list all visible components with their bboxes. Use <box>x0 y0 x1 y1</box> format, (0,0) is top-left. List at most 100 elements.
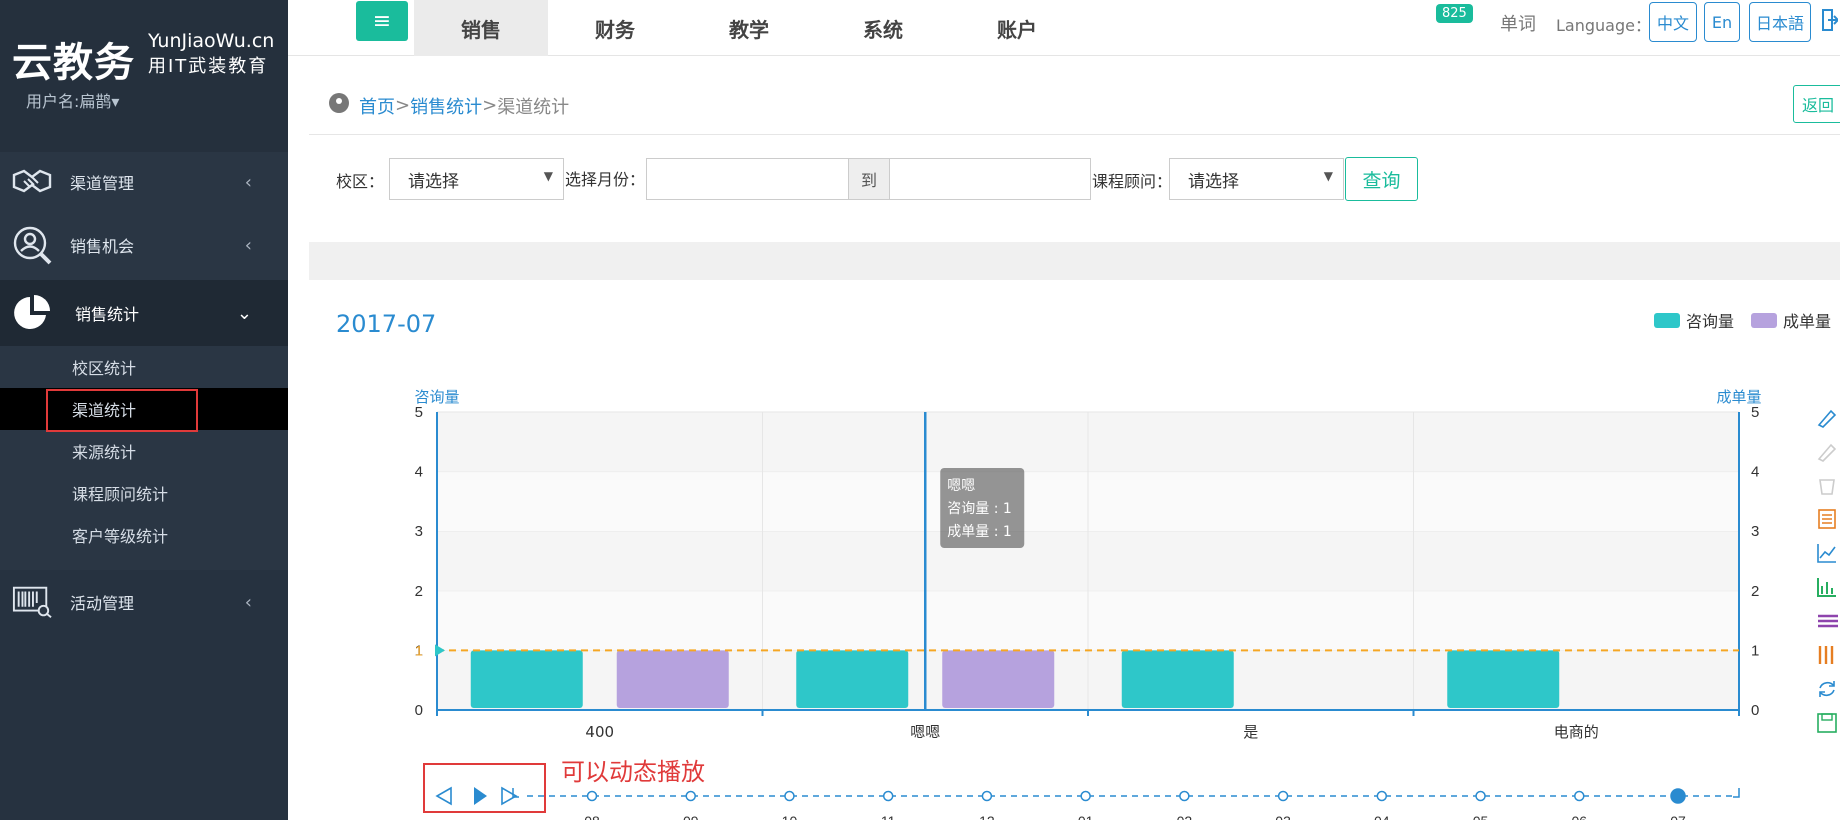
trash-icon[interactable] <box>1816 474 1838 496</box>
timeline-label: 12 <box>979 813 995 820</box>
sidebar-subitem-customer-level[interactable]: 客户等级统计 <box>0 514 288 556</box>
bar[interactable] <box>1121 650 1234 708</box>
y-tick-label-left: 4 <box>415 464 423 481</box>
bar[interactable] <box>796 650 909 708</box>
x-tick-label: 400 <box>585 723 614 741</box>
timeline-node[interactable] <box>784 790 795 802</box>
y-tick-label-right: 0 <box>1751 702 1759 719</box>
refresh-icon[interactable] <box>1816 678 1838 700</box>
bar-chart: 0 01 12 23 34 45 5咨询量 成单量400 嗯嗯是电商的1嗯嗯咨询量 : 1成单量… <box>414 388 1761 820</box>
lang-en-button[interactable]: En <box>1704 2 1740 42</box>
timeline-label: 07 <box>1670 813 1686 820</box>
y-tick-label-right: 5 <box>1751 404 1759 421</box>
timeline-label: 03 <box>1275 813 1291 820</box>
tooltip-line: 成单量 : 1 <box>947 524 1012 540</box>
hamburger-icon: ≡ <box>372 8 392 34</box>
sidebar-subitem-label: 校区统计 <box>72 359 137 378</box>
bar[interactable] <box>470 650 583 708</box>
annotation-text: 可以动态播放 <box>561 758 705 786</box>
y-axis-label-right: 成单量 <box>1716 388 1761 406</box>
x-tick-label: 电商的 <box>1554 723 1599 741</box>
y-tick-label-right: 2 <box>1751 583 1759 600</box>
y-axis-label-left: 咨询量 <box>414 388 459 406</box>
chevron-down-icon: ⌄ <box>236 302 252 324</box>
lang-ja-button[interactable]: 日本語 <box>1749 2 1811 42</box>
sidebar-item-label: 销售统计 <box>75 305 140 324</box>
sidebar-subitem-source[interactable]: 来源统计 <box>0 430 288 472</box>
logo-domain: YunJiaoWu.cn <box>148 30 275 52</box>
y-tick-label-right: 3 <box>1751 523 1759 540</box>
sidebar-subitem-label: 来源统计 <box>72 443 137 462</box>
sidebar-item-label: 活动管理 <box>70 594 135 613</box>
timeline-label: 01 <box>1078 813 1094 820</box>
sidebar-item-sales-statistics[interactable]: 销售统计 ⌄ <box>0 280 288 346</box>
content-area: 首页 > 销售统计 > 渠道统计 返回 校区： 请选择 ▼ 选择月份： 到 课程… <box>309 72 1840 820</box>
x-tick-label: 是 <box>1243 723 1258 741</box>
bar[interactable] <box>942 650 1055 708</box>
logo-area: 云教务 YunJiaoWu.cn 用IT武装教育 用户名:扁鹊▾ <box>0 0 288 152</box>
tab-finance[interactable]: 财务 <box>548 0 682 56</box>
timeline-node[interactable] <box>1179 790 1190 802</box>
logout-icon[interactable] <box>1822 8 1840 36</box>
timeline-label: 09 <box>683 813 699 820</box>
bar[interactable] <box>616 650 729 708</box>
timeline-node[interactable] <box>1080 790 1091 802</box>
menu-toggle-button[interactable]: ≡ <box>356 1 408 41</box>
timeline-label: 06 <box>1571 813 1587 820</box>
app-root: 云教务 YunJiaoWu.cn 用IT武装教育 用户名:扁鹊▾ 渠道管理 ‹ … <box>0 0 1840 820</box>
timeline-node[interactable] <box>1574 790 1585 802</box>
timeline-label: 05 <box>1473 813 1489 820</box>
sidebar-subitem-advisor[interactable]: 课程顾问统计 <box>0 472 288 514</box>
word-link[interactable]: 单词 <box>1500 10 1536 36</box>
y-tick-label-left: 5 <box>415 404 423 421</box>
lang-zh-button[interactable]: 中文 <box>1649 2 1697 42</box>
line-chart-icon[interactable] <box>1816 542 1838 564</box>
sidebar-subitem-label: 客户等级统计 <box>72 527 169 546</box>
timeline-node[interactable] <box>586 790 598 802</box>
timeline-node[interactable] <box>1475 790 1486 802</box>
sidebar-item-activity-management[interactable]: 活动管理 ‹ <box>0 572 288 632</box>
pencil-add-icon[interactable] <box>1816 406 1838 428</box>
sidebar-subitem-campus[interactable]: 校区统计 <box>0 346 288 388</box>
timeline-controls-highlight <box>423 763 546 813</box>
message-badge[interactable]: 825 <box>1436 4 1473 23</box>
caret-down-icon: ▾ <box>111 92 120 111</box>
stack-icon[interactable] <box>1816 610 1838 632</box>
tab-system[interactable]: 系统 <box>816 0 950 56</box>
chevron-left-icon: ‹ <box>244 234 252 256</box>
bar-chart-icon[interactable] <box>1816 576 1838 598</box>
sidebar: 云教务 YunJiaoWu.cn 用IT武装教育 用户名:扁鹊▾ 渠道管理 ‹ … <box>0 0 288 820</box>
tooltip-title: 嗯嗯 <box>947 478 975 494</box>
timeline-label: 08 <box>584 813 600 820</box>
y-tick-label-left: 3 <box>415 523 423 540</box>
timeline-node[interactable] <box>882 790 894 802</box>
handshake-icon <box>12 162 52 202</box>
user-menu[interactable]: 用户名:扁鹊▾ <box>26 88 119 112</box>
timeline-node[interactable] <box>1670 788 1686 804</box>
timeline-node[interactable] <box>1376 790 1388 802</box>
timeline-node[interactable] <box>685 790 696 802</box>
barcode-search-icon <box>12 582 52 622</box>
tiled-icon[interactable] <box>1816 644 1838 666</box>
tab-sales[interactable]: 销售 <box>414 0 548 56</box>
pie-chart-icon <box>12 293 52 333</box>
top-bar: ≡ 销售 财务 教学 系统 账户 825 单词 Language： 中文 En … <box>288 0 1840 56</box>
user-label: 用户名:扁鹊 <box>26 92 112 111</box>
sidebar-subitem-label: 课程顾问统计 <box>72 485 169 504</box>
timeline-label: 11 <box>881 813 896 820</box>
bar[interactable] <box>1447 650 1560 708</box>
timeline-label: 10 <box>782 813 798 820</box>
sidebar-item-sales-opportunity[interactable]: 销售机会 ‹ <box>0 215 288 275</box>
pencil-icon[interactable] <box>1816 440 1838 462</box>
y-tick-label-right: 4 <box>1751 464 1759 481</box>
highlight-box <box>46 389 198 432</box>
sidebar-item-label: 渠道管理 <box>70 174 135 193</box>
tab-teaching[interactable]: 教学 <box>682 0 816 56</box>
chevron-left-icon: ‹ <box>244 171 252 193</box>
timeline-node[interactable] <box>1277 790 1289 802</box>
timeline-node[interactable] <box>981 790 993 802</box>
save-image-icon[interactable] <box>1816 712 1838 734</box>
sidebar-item-channel-management[interactable]: 渠道管理 ‹ <box>0 152 288 212</box>
tab-account[interactable]: 账户 <box>950 0 1084 56</box>
data-view-icon[interactable] <box>1816 508 1838 530</box>
